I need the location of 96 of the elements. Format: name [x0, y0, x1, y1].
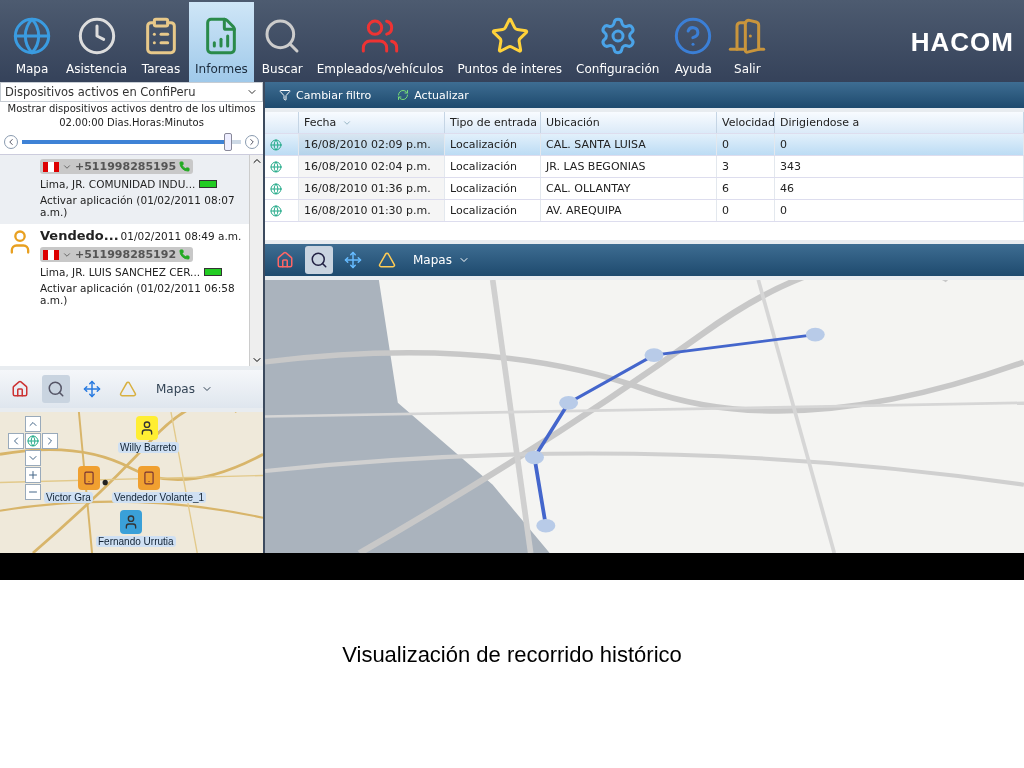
- zoom-in-button[interactable]: [25, 467, 41, 483]
- table-cell: 16/08/2010 01:36 p.m.: [299, 178, 445, 199]
- battery-icon: [199, 180, 218, 188]
- device-activity: Activar aplicación (01/02/2011 06:58 a.m.): [40, 282, 236, 306]
- person-marker-icon[interactable]: [120, 510, 142, 534]
- table-cell: 16/08/2010 01:30 p.m.: [299, 200, 445, 221]
- globe-icon: [270, 204, 282, 217]
- search-icon[interactable]: [305, 246, 333, 274]
- toolbar-button[interactable]: Ayuda: [667, 2, 720, 82]
- column-header[interactable]: Tipo de entrada: [445, 112, 541, 133]
- scrollbar[interactable]: [249, 155, 263, 366]
- globe-icon: [270, 182, 282, 195]
- column-header[interactable]: Velocidad: [717, 112, 775, 133]
- table-cell: 3: [717, 156, 775, 177]
- device-item[interactable]: +511998285195 Lima, JR. COMUNIDAD INDU... Activar aplicación (01/02/2011 08:07 a.m.): [0, 155, 249, 224]
- toolbar-button[interactable]: Asistencia: [60, 2, 134, 82]
- clock-icon: [76, 16, 117, 56]
- device-time: 01/02/2011 08:49 a.m.: [120, 230, 242, 242]
- pan-up-button[interactable]: [25, 416, 41, 432]
- table-row[interactable]: 16/08/2010 02:04 p.m. Localización JR. LAS BEGONIAS 3 343: [265, 156, 1024, 178]
- table-cell: 343: [775, 156, 1024, 177]
- plus-icon: [27, 469, 39, 481]
- toolbar-button[interactable]: Configuración: [570, 2, 666, 82]
- door-icon: [727, 16, 768, 56]
- chevron-left-icon: [6, 137, 16, 147]
- column-header[interactable]: Fecha: [299, 112, 445, 133]
- marker-label: Vendedor Volante_1: [112, 492, 207, 503]
- table-cell: 0: [775, 200, 1024, 221]
- toolbar-button[interactable]: Puntos de interes: [451, 2, 569, 82]
- marker-label: Willy Barreto: [118, 442, 179, 453]
- table-row[interactable]: 16/08/2010 01:30 p.m. Localización AV. AREQUIPA 0 0: [265, 200, 1024, 222]
- flag-icon: [43, 161, 59, 172]
- table-cell: AV. AREQUIPA: [541, 200, 717, 221]
- zoom-out-button[interactable]: [25, 484, 41, 500]
- filter-icon: [279, 89, 291, 101]
- device-dropdown[interactable]: Dispositivos activos en ConfiPeru: [0, 82, 263, 102]
- device-name: Vendedo...: [40, 228, 119, 243]
- table-cell: 16/08/2010 02:04 p.m.: [299, 156, 445, 177]
- globe-icon: [27, 435, 39, 447]
- phone-icon: [179, 249, 191, 260]
- table-cell: 0: [717, 200, 775, 221]
- table-cell: Localización: [445, 134, 541, 155]
- toolbar-action[interactable]: Actualizar: [391, 87, 475, 103]
- table-cell: 0: [775, 134, 1024, 155]
- toolbar-button[interactable]: Salir: [721, 2, 774, 82]
- help-icon: [673, 16, 714, 56]
- globe-icon: [270, 160, 282, 173]
- column-header[interactable]: Ubicación: [541, 112, 717, 133]
- maps-menu[interactable]: Mapas: [407, 252, 476, 268]
- table-row[interactable]: 16/08/2010 01:36 p.m. Localización CAL. OLLANTAY 6 46: [265, 178, 1024, 200]
- time-range-text: 02.00:00 Dias.Horas:Minutos: [58, 116, 205, 130]
- maps-menu[interactable]: Mapas: [150, 381, 219, 397]
- table-cell: 16/08/2010 02:09 p.m.: [299, 134, 445, 155]
- table-cell: Localización: [445, 178, 541, 199]
- pan-down-button[interactable]: [25, 450, 41, 466]
- logo: HACOM: [910, 26, 1015, 58]
- phone-icon: [179, 161, 191, 172]
- flag-icon: [43, 249, 59, 260]
- chevron-right-icon: [247, 137, 257, 147]
- star-icon: [489, 16, 530, 56]
- filter-info-text: Mostrar dispositivos activos dentro de los ultimos: [6, 102, 257, 116]
- globe-button[interactable]: [25, 433, 41, 449]
- person-marker-icon[interactable]: [136, 416, 158, 440]
- table-cell: JR. LAS BEGONIAS: [541, 156, 717, 177]
- phone-number: +511998285192: [75, 248, 177, 261]
- globe-icon: [12, 16, 52, 56]
- toolbar-button[interactable]: Empleados/vehículos: [310, 2, 450, 82]
- toolbar-action[interactable]: Cambiar filtro: [273, 87, 378, 103]
- device-address: Lima, JR. COMUNIDAD INDU...: [40, 178, 196, 190]
- search-icon[interactable]: [42, 375, 70, 403]
- globe-icon: [270, 138, 282, 151]
- table-cell: Localización: [445, 200, 541, 221]
- pan-right-button[interactable]: [42, 433, 58, 449]
- table-cell: 6: [717, 178, 775, 199]
- toolbar-button[interactable]: Tareas: [135, 2, 188, 82]
- battery-icon: [204, 268, 223, 276]
- marker-label: Victor Gra: [44, 492, 93, 503]
- table-cell: 0: [717, 134, 775, 155]
- table-cell: CAL. SANTA LUISA: [541, 134, 717, 155]
- toolbar-button[interactable]: Buscar: [255, 2, 309, 82]
- person-marker-icon[interactable]: [78, 466, 100, 490]
- person-marker-icon[interactable]: [138, 466, 160, 490]
- table-cell: 46: [775, 178, 1024, 199]
- device-address: Lima, JR. LUIS SANCHEZ CER...: [40, 266, 201, 278]
- column-header[interactable]: Dirigiendose a: [775, 112, 1024, 133]
- refresh-icon: [397, 89, 410, 101]
- toolbar-button[interactable]: Mapa: [6, 2, 58, 82]
- phone-number: +511998285195: [75, 160, 177, 173]
- pan-left-button[interactable]: [8, 433, 24, 449]
- table-cell: Localización: [445, 156, 541, 177]
- device-activity: Activar aplicación (01/02/2011 08:07 a.m.): [40, 194, 236, 218]
- marker-label: Fernando Urrutia: [96, 536, 176, 547]
- slide-caption: Visualización de recorrido histórico: [341, 641, 683, 669]
- table-row[interactable]: 16/08/2010 02:09 p.m. Localización CAL. SANTA LUISA 0 0: [265, 134, 1024, 156]
- toolbar-button[interactable]: Informes: [189, 2, 254, 82]
- table-cell: CAL. OLLANTAY: [541, 178, 717, 199]
